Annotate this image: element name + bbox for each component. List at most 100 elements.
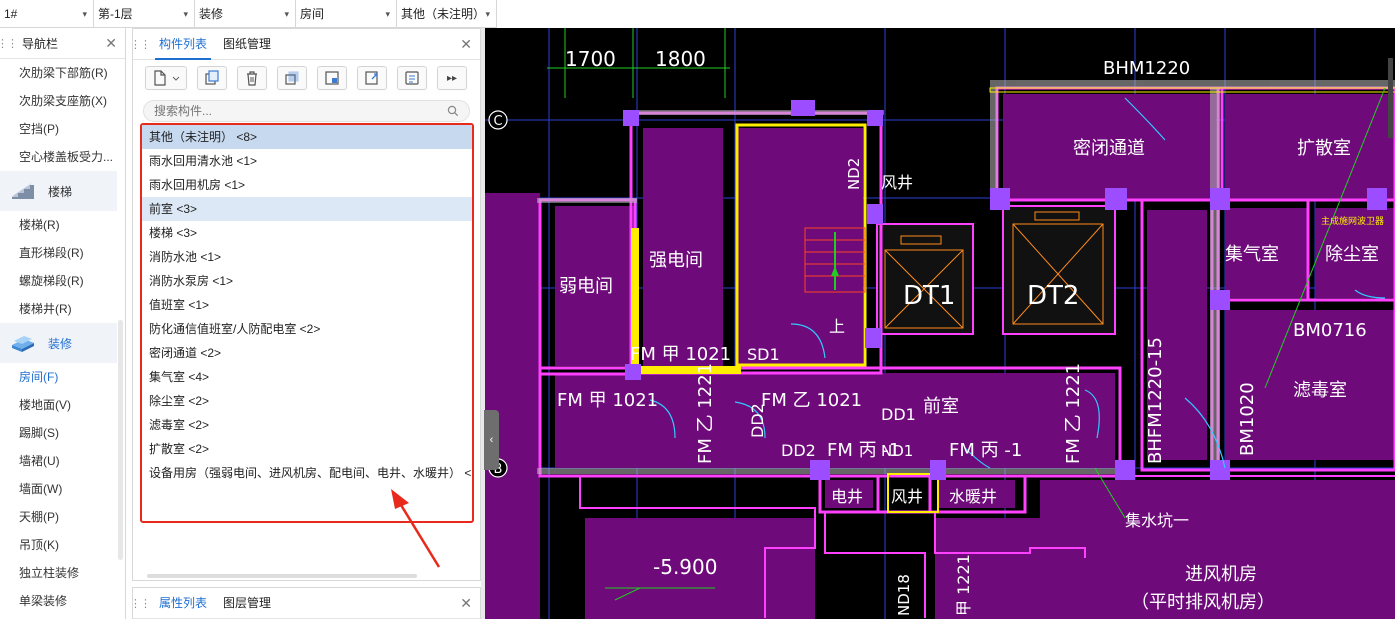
- list-item[interactable]: 消防水泵房 <1>: [142, 269, 472, 293]
- properties-button[interactable]: [397, 66, 427, 90]
- list-item[interactable]: 楼梯 <3>: [142, 221, 472, 245]
- list-item[interactable]: 设备用房（强弱电间、进风机房、配电间、电井、水暖井） <1>: [142, 461, 472, 485]
- component-list: 其他（未注明） <8> 雨水回用清水池 <1> 雨水回用机房 <1> 前室 <3…: [140, 123, 474, 523]
- elevation-label: -5.900: [653, 555, 717, 579]
- list-item[interactable]: 消防水池 <1>: [142, 245, 472, 269]
- search-input[interactable]: [144, 101, 424, 121]
- list-item[interactable]: 其他（未注明） <8>: [142, 125, 472, 149]
- door-label: BHM1220: [1103, 58, 1190, 79]
- building-select[interactable]: 1# ▾: [0, 0, 94, 28]
- new-file-icon: [154, 70, 180, 86]
- door-label: ND18: [895, 574, 913, 616]
- door-label: DD2: [781, 441, 816, 460]
- nav-item[interactable]: 楼梯(R): [0, 211, 125, 239]
- list-item[interactable]: 集气室 <4>: [142, 365, 472, 389]
- chevron-down-icon: ▾: [183, 9, 188, 19]
- nav-item[interactable]: 独立柱装修: [0, 559, 125, 587]
- room-label: 除尘室: [1325, 244, 1379, 265]
- list-item[interactable]: 前室 <3>: [142, 197, 472, 221]
- drag-grip-icon[interactable]: ⋮⋮: [130, 29, 151, 60]
- nav-title: 导航栏: [22, 36, 59, 51]
- collapse-panel-button[interactable]: ‹: [484, 410, 499, 470]
- nav-item[interactable]: 次肋梁支座筋(X): [0, 87, 125, 115]
- nav-group-stairs[interactable]: 楼梯: [0, 171, 117, 211]
- room-label: （平时排风机房）: [1131, 592, 1275, 613]
- chevron-down-icon: ▾: [284, 9, 289, 19]
- close-icon[interactable]: ✕: [460, 595, 472, 612]
- floor-select-value: 第-1层: [98, 7, 133, 21]
- nav-item[interactable]: 墙裙(U): [0, 447, 125, 475]
- delete-button[interactable]: [237, 66, 267, 90]
- building-select-value: 1#: [4, 7, 18, 21]
- search-icon[interactable]: [447, 105, 459, 117]
- nav-group-decoration[interactable]: 装修: [0, 323, 117, 363]
- room-label: 上: [829, 317, 845, 336]
- door-label: FM 甲 1021: [630, 344, 731, 365]
- nav-header: ⋮⋮ 导航栏 ✕: [0, 28, 125, 59]
- component-panel: ⋮⋮ 构件列表 图纸管理 ✕ ▸▸ 搜索构件... 其他（未注明） <8> 雨水…: [130, 28, 481, 581]
- door-label: SD1: [747, 345, 780, 364]
- nav-scrollbar[interactable]: [118, 320, 123, 560]
- room-label: 集水坑一: [1125, 511, 1189, 530]
- list-item[interactable]: 雨水回用清水池 <1>: [142, 149, 472, 173]
- nav-item[interactable]: 楼梯井(R): [0, 295, 125, 323]
- drag-grip-icon[interactable]: ⋮⋮: [130, 588, 151, 619]
- nav-item[interactable]: 天棚(P): [0, 503, 125, 531]
- nav-item[interactable]: 踢脚(S): [0, 419, 125, 447]
- nav-item[interactable]: 空挡(P): [0, 115, 125, 143]
- room-label: 扩散室: [1297, 138, 1351, 159]
- nav-item[interactable]: 墙面(W): [0, 475, 125, 503]
- canvas-scrollbar[interactable]: [1388, 58, 1393, 138]
- tab-layer-management[interactable]: 图层管理: [219, 588, 275, 619]
- chevron-left-icon: ‹: [489, 434, 494, 446]
- nav-item[interactable]: 次肋梁下部筋(R): [0, 59, 125, 87]
- nav-item[interactable]: 直形梯段(R): [0, 239, 125, 267]
- close-icon[interactable]: ✕: [460, 36, 472, 53]
- chevron-down-icon: ▾: [82, 9, 87, 19]
- stairs-icon: [12, 183, 34, 199]
- category-select[interactable]: 装修 ▾: [195, 0, 296, 28]
- list-item[interactable]: 防化通信值班室/人防配电室 <2>: [142, 317, 472, 341]
- drag-grip-icon[interactable]: ⋮⋮: [0, 28, 18, 59]
- tab-drawing-management[interactable]: 图纸管理: [219, 29, 275, 60]
- nav-item[interactable]: 吊顶(K): [0, 531, 125, 559]
- tab-property-list[interactable]: 属性列表: [155, 588, 211, 619]
- list-item[interactable]: 雨水回用机房 <1>: [142, 173, 472, 197]
- list-item[interactable]: 扩散室 <2>: [142, 437, 472, 461]
- component-search[interactable]: [143, 100, 470, 122]
- new-component-button[interactable]: [145, 66, 187, 90]
- list-item[interactable]: 除尘室 <2>: [142, 389, 472, 413]
- door-label: DD1: [881, 405, 916, 424]
- door-label: 甲 1221: [954, 554, 973, 616]
- list-item[interactable]: 滤毒室 <2>: [142, 413, 472, 437]
- list-horizontal-scrollbar[interactable]: [147, 574, 417, 578]
- list-item[interactable]: 密闭通道 <2>: [142, 341, 472, 365]
- floor-selector-bar: 1# ▾ 第-1层 ▾ 装修 ▾ 房间 ▾ 其他（未注明） ▾: [0, 0, 497, 28]
- close-icon[interactable]: ✕: [105, 35, 117, 52]
- nav-group-label: 装修: [48, 336, 73, 351]
- elevator-label: DT2: [1027, 281, 1079, 311]
- export-button[interactable]: [357, 66, 387, 90]
- nav-item-room[interactable]: 房间(F): [0, 363, 125, 391]
- copy-button[interactable]: [197, 66, 227, 90]
- list-item[interactable]: 值班室 <1>: [142, 293, 472, 317]
- nav-item[interactable]: 空心楼盖板受力...: [0, 143, 125, 171]
- layer-copy-button[interactable]: [277, 66, 307, 90]
- tab-component-list[interactable]: 构件列表: [155, 29, 212, 60]
- nav-item[interactable]: 螺旋梯段(R): [0, 267, 125, 295]
- navigation-panel: ⋮⋮ 导航栏 ✕ 次肋梁下部筋(R) 次肋梁支座筋(X) 空挡(P) 空心楼盖板…: [0, 28, 126, 619]
- floor-select[interactable]: 第-1层 ▾: [94, 0, 195, 28]
- nav-item[interactable]: 楼地面(V): [0, 391, 125, 419]
- topbar-empty-area: [497, 0, 1395, 28]
- nav-item[interactable]: 单梁装修: [0, 587, 125, 615]
- dim-label: 1700: [565, 47, 616, 71]
- door-label: FM 乙 1221: [695, 363, 716, 464]
- cad-drawing-canvas[interactable]: C B 1700 1800 BHM1220 BM0716 BM1020 BHFM…: [485, 28, 1395, 619]
- door-label: BM1020: [1237, 382, 1258, 456]
- import-button[interactable]: [317, 66, 347, 90]
- more-tools-button[interactable]: ▸▸: [437, 66, 467, 90]
- type-select[interactable]: 房间 ▾: [296, 0, 397, 28]
- room-label: 滤毒室: [1293, 380, 1347, 401]
- component-select[interactable]: 其他（未注明） ▾: [397, 0, 497, 28]
- type-select-value: 房间: [300, 7, 325, 21]
